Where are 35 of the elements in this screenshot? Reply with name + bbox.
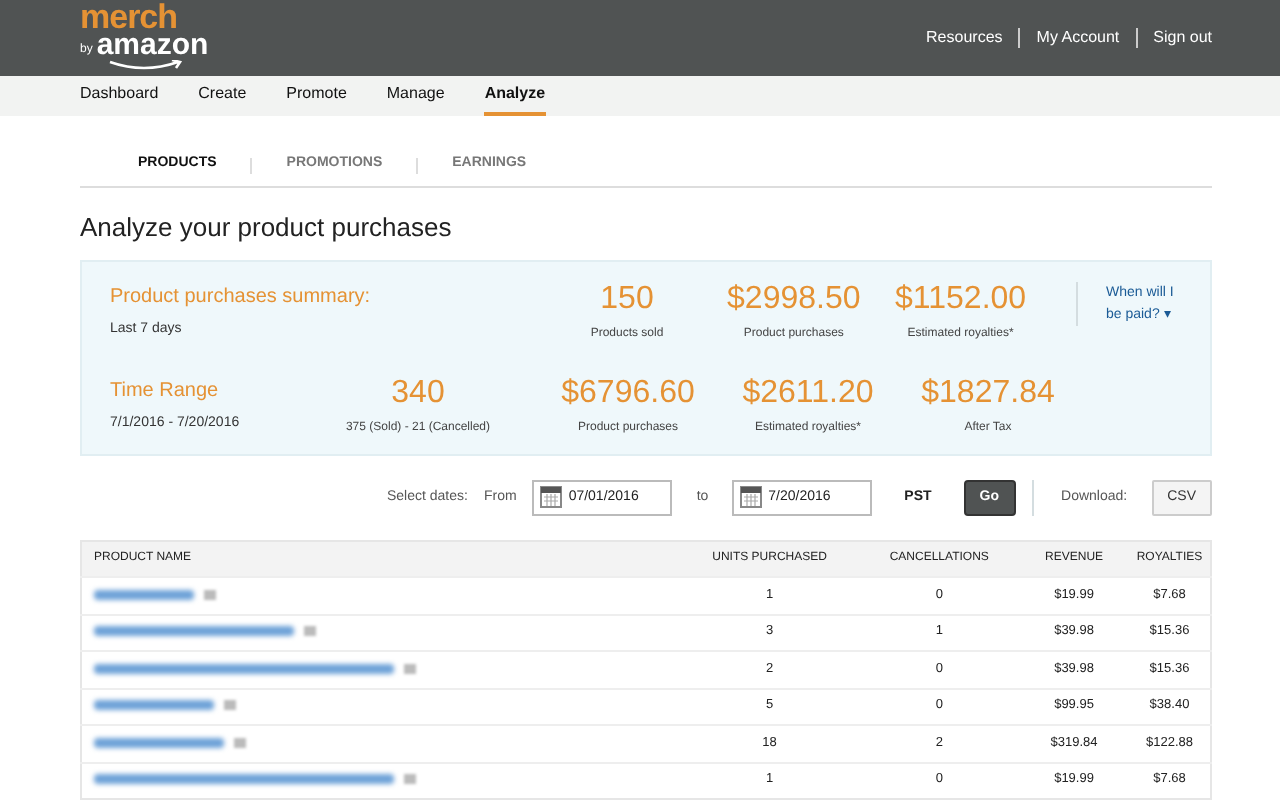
info-icon[interactable] (304, 626, 316, 637)
summary-title: Product purchases summary: (110, 283, 373, 311)
nav-tab[interactable]: Dashboard (80, 76, 159, 116)
info-icon[interactable] (404, 774, 416, 785)
info-icon[interactable] (234, 737, 246, 748)
stat-value: 150 (598, 281, 656, 317)
stat-value: $1827.84 (919, 375, 1057, 411)
stat-value: $2611.20 (740, 375, 876, 411)
logo-text: amazon (96, 32, 209, 60)
stat-value: $6796.60 (559, 375, 697, 411)
smile-icon (108, 60, 184, 72)
blurred-product-name[interactable] (94, 737, 224, 748)
header-link[interactable]: Resources (926, 26, 1003, 50)
calendar-icon (740, 486, 763, 509)
calendar-icon (540, 486, 563, 509)
info-icon[interactable] (224, 700, 236, 711)
stat-value: 340 (389, 375, 447, 411)
blurred-product-name[interactable] (94, 700, 214, 711)
header-link[interactable]: My Account (1036, 26, 1120, 50)
stat-value: $2998.50 (725, 281, 863, 317)
summary-title: Time Range (110, 377, 221, 405)
nav-tab[interactable]: Create (198, 76, 247, 116)
header-link[interactable]: Sign out (1153, 26, 1212, 50)
blurred-product-name[interactable] (94, 589, 194, 600)
stat-value: $1152.00 (893, 281, 1029, 317)
blurred-product-name[interactable] (94, 626, 294, 637)
nav-tab[interactable]: Manage (386, 76, 445, 116)
info-icon[interactable] (404, 663, 416, 674)
info-icon[interactable] (204, 589, 216, 600)
blurred-product-name[interactable] (94, 774, 394, 785)
blurred-product-name[interactable] (94, 663, 394, 674)
nav-tab[interactable]: Promote (286, 76, 347, 116)
page-heading: Analyze your product purchases (80, 210, 454, 246)
nav-tab[interactable]: Analyze (484, 76, 546, 116)
logo-text: merch (80, 4, 180, 32)
